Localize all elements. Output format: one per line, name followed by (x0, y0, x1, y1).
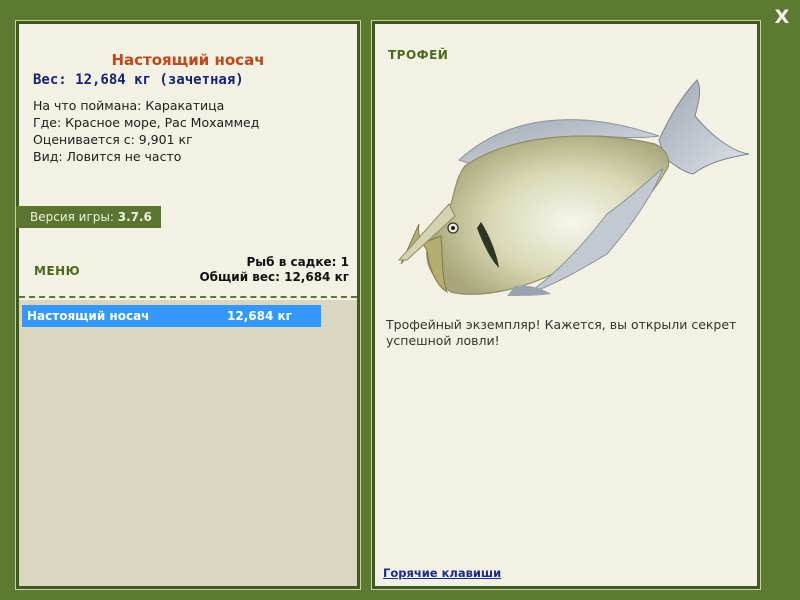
fish-illustration (397, 79, 750, 296)
divider (19, 296, 357, 298)
fish-title: Настоящий носач (111, 51, 265, 69)
fish-info-panel: Настоящий носач Вес: 12,684 кг (зачетная… (15, 20, 361, 590)
fish-details: На что поймана: Каракатица Где: Красное … (33, 97, 259, 165)
game-version-tab: Версия игры: 3.7.6 (16, 206, 161, 228)
list-item-weight: 12,684 кг (227, 309, 292, 323)
fish-count: Рыб в садке: 1 (246, 255, 350, 269)
catch-stats: Рыб в садке: 1 Общий вес: 12,684 кг (199, 255, 349, 285)
hotkeys-link[interactable]: Горячие клавиши (383, 566, 501, 580)
detail-location: Где: Красное море, Рас Мохаммед (33, 115, 260, 130)
list-item[interactable]: Настоящий носач 12,684 кг (22, 305, 321, 327)
catch-list: Настоящий носач 12,684 кг (19, 300, 357, 586)
detail-rated-from: Оценивается с: 9,901 кг (33, 132, 193, 147)
fish-weight: Вес: 12,684 кг (зачетная) (33, 72, 244, 88)
trophy-panel: ТРОФЕЙ Трофейный экземпляр! Кажется, вы … (371, 20, 761, 590)
total-weight: Общий вес: 12,684 кг (199, 270, 349, 284)
trophy-message: Трофейный экземпляр! Кажется, вы открыли… (386, 317, 737, 348)
version-value: 3.7.6 (117, 210, 152, 224)
menu-button[interactable]: МЕНЮ (34, 264, 80, 278)
close-button[interactable]: X (770, 6, 794, 28)
detail-species-rarity: Вид: Ловится не часто (33, 149, 182, 164)
detail-bait: На что поймана: Каракатица (33, 98, 225, 113)
list-item-name: Настоящий носач (27, 309, 150, 323)
fish-tail (658, 79, 750, 175)
version-label: Версия игры: (30, 210, 114, 224)
